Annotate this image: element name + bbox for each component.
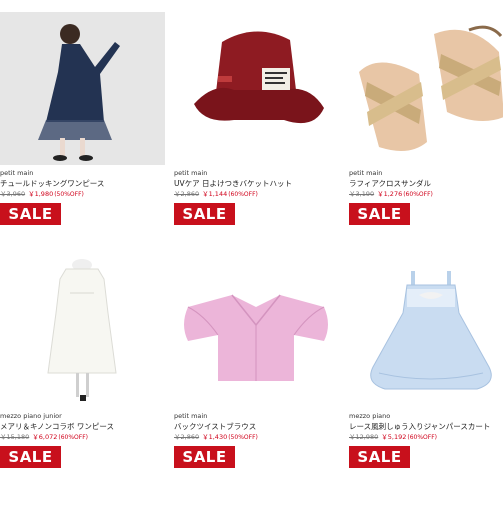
discount-percent: (60%OFF) [58,434,89,441]
sale-badge: SALE [174,446,235,468]
red-bucket-hat-photo [174,12,339,165]
product-image[interactable] [0,255,165,408]
product-card[interactable]: petit main バックツイストブラウス ￥2,860 ￥1,430(50%O… [174,255,339,468]
discount-percent: (60%OFF) [228,191,258,198]
brand-name: petit main [174,412,208,420]
product-name[interactable]: UVケア 日よけつきバケットハット [174,178,339,189]
discount-percent: (60%OFF) [403,191,433,198]
sale-price: ￥1,430 [202,433,228,441]
product-card[interactable]: mezzo piano レース風刺しゅう入りジャンパースカート ￥12,980 ￥… [349,255,503,468]
product-grid: petit main チュールドッキングワンピース ￥3,960 ￥1,980(5… [0,0,503,505]
product-name[interactable]: ラフィアクロスサンダル [349,178,503,189]
price-row: ￥2,860 ￥1,144(60%OFF) [174,189,339,200]
price-row: ￥2,860 ￥1,430(50%OFF) [174,432,339,443]
blue-jumper-skirt-photo [349,255,503,408]
product-image[interactable] [174,255,339,408]
original-price: ￥15,180 [0,433,30,441]
product-name[interactable]: バックツイストブラウス [174,421,339,432]
sale-badge: SALE [174,203,235,225]
price-row: ￥3,960 ￥1,980(50%OFF) [0,189,165,200]
price-row: ￥12,980 ￥5,192(60%OFF) [349,432,503,443]
product-image[interactable] [349,12,503,165]
product-card[interactable]: mezzo piano junior メアリ＆キノンコラボ ワンピース ￥15,… [0,255,165,468]
price-row: ￥15,180 ￥6,072(60%OFF) [0,432,165,443]
product-image[interactable] [0,12,165,165]
pink-blouse-photo [174,255,339,408]
sale-badge: SALE [349,203,410,225]
brand-name: petit main [349,169,383,177]
brand-name: petit main [174,169,208,177]
girl-tulle-dress-photo [0,12,165,165]
original-price: ￥12,980 [349,433,379,441]
product-card[interactable]: petit main ラフィアクロスサンダル ￥3,190 ￥1,276(60%O… [349,12,503,225]
product-name[interactable]: メアリ＆キノンコラボ ワンピース [0,421,165,432]
original-price: ￥3,960 [0,190,26,198]
sale-badge: SALE [349,446,410,468]
discount-percent: (60%OFF) [407,434,438,441]
sale-price: ￥5,192 [381,433,407,441]
product-image[interactable] [174,12,339,165]
brand-name: petit main [0,169,34,177]
raffia-sandals-photo [349,12,503,165]
sale-price: ￥1,276 [377,190,403,198]
product-card[interactable]: petit main チュールドッキングワンピース ￥3,960 ￥1,980(5… [0,12,165,225]
original-price: ￥3,190 [349,190,375,198]
price-row: ￥3,190 ￥1,276(60%OFF) [349,189,503,200]
sale-badge: SALE [0,446,61,468]
discount-percent: (50%OFF) [54,191,84,198]
sale-price: ￥1,980 [28,190,54,198]
original-price: ￥2,860 [174,190,200,198]
brand-name: mezzo piano junior [0,412,62,420]
product-name[interactable]: レース風刺しゅう入りジャンパースカート [349,421,503,432]
sale-badge: SALE [0,203,61,225]
discount-percent: (50%OFF) [228,434,258,441]
product-name[interactable]: チュールドッキングワンピース [0,178,165,189]
brand-name: mezzo piano [349,412,391,420]
sale-price: ￥1,144 [202,190,228,198]
original-price: ￥2,860 [174,433,200,441]
sale-price: ￥6,072 [32,433,58,441]
white-dress-mannequin-photo [0,255,165,408]
product-card[interactable]: petit main UVケア 日よけつきバケットハット ￥2,860 ￥1,14… [174,12,339,225]
product-image[interactable] [349,255,503,408]
